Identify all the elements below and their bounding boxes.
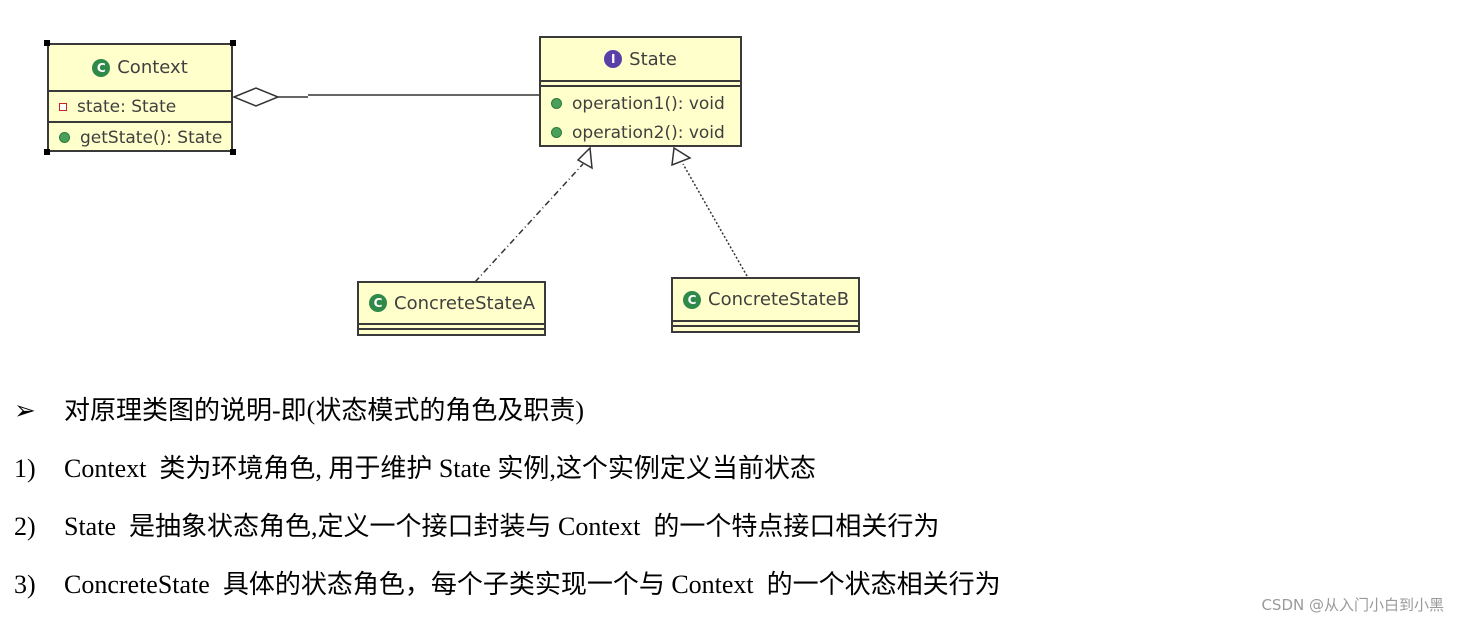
notes-heading-text: 对原理类图的说明-即(状态模式的角色及职责) — [64, 396, 584, 425]
concrete-state-b-name: ConcreteStateB — [708, 289, 850, 310]
public-method-icon — [551, 98, 562, 109]
realization-line-a — [474, 163, 584, 283]
aggregation-connector — [232, 87, 540, 107]
arrow-bullet-icon: ➢ — [14, 396, 36, 425]
empty-members-divider — [673, 320, 858, 327]
aggregation-diamond — [232, 87, 280, 107]
empty-attributes-divider — [541, 80, 740, 87]
item-number: 3) — [14, 570, 36, 599]
state-interface-box[interactable]: I State operation1(): void operation2():… — [539, 36, 742, 147]
public-method-icon — [551, 127, 562, 138]
realization-arrowhead-b — [671, 146, 692, 167]
selection-handle[interactable] — [44, 149, 50, 155]
class-icon: C — [92, 58, 111, 77]
context-class-box[interactable]: C Context state: State getState(): State — [44, 40, 236, 155]
empty-members-divider — [359, 323, 544, 330]
interface-icon: I — [604, 50, 623, 68]
notes-heading: ➢ 对原理类图的说明-即(状态模式的角色及职责) — [14, 390, 584, 427]
notes-item: 1) Context 类为环境角色, 用于维护 State 实例,这个实例定义当前… — [14, 448, 816, 485]
realization-connector-b — [671, 146, 748, 277]
context-method: getState(): State — [80, 127, 223, 148]
selection-handle[interactable] — [230, 40, 236, 46]
context-attribute: state: State — [77, 96, 177, 117]
context-class-header: C Context — [49, 45, 231, 90]
item-text: Context 类为环境角色, 用于维护 State 实例,这个实例定义当前状态 — [64, 454, 816, 483]
state-method-row: operation2(): void — [541, 118, 740, 147]
notes-item: 2) State 是抽象状态角色,定义一个接口封装与 Context 的一个特点接… — [14, 506, 939, 543]
item-text: ConcreteState 具体的状态角色，每个子类实现一个与 Context … — [64, 570, 1001, 599]
notes-item: 3) ConcreteState 具体的状态角色，每个子类实现一个与 Contex… — [14, 564, 1001, 601]
realization-arrowhead-a — [576, 146, 593, 170]
private-field-icon — [59, 102, 67, 111]
realization-connector-a — [474, 146, 593, 283]
state-interface-name: State — [629, 48, 677, 70]
state-method: operation2(): void — [572, 122, 725, 143]
context-attribute-row: state: State — [49, 92, 231, 121]
selection-handle[interactable] — [230, 149, 236, 155]
state-method-row: operation1(): void — [541, 87, 740, 118]
item-number: 2) — [14, 512, 36, 541]
concrete-state-a-name: ConcreteStateA — [394, 292, 536, 314]
public-method-icon — [59, 132, 70, 143]
concrete-state-b-header: C ConcreteStateB — [673, 279, 858, 320]
context-class-name: Context — [117, 57, 188, 78]
state-method: operation1(): void — [572, 93, 725, 114]
class-icon: C — [369, 294, 387, 312]
item-text: State 是抽象状态角色,定义一个接口封装与 Context 的一个特点接口相… — [64, 512, 940, 541]
state-interface-header: I State — [541, 38, 740, 80]
realization-line-b — [682, 163, 748, 277]
context-method-row: getState(): State — [49, 123, 231, 152]
concrete-state-b-box[interactable]: C ConcreteStateB — [671, 277, 860, 333]
concrete-state-a-box[interactable]: C ConcreteStateA — [357, 281, 546, 336]
watermark: CSDN @从入门小白到小黑 — [1261, 596, 1444, 614]
selection-handle[interactable] — [44, 40, 50, 46]
concrete-state-a-header: C ConcreteStateA — [359, 283, 544, 323]
item-number: 1) — [14, 454, 36, 483]
class-icon: C — [683, 290, 701, 309]
